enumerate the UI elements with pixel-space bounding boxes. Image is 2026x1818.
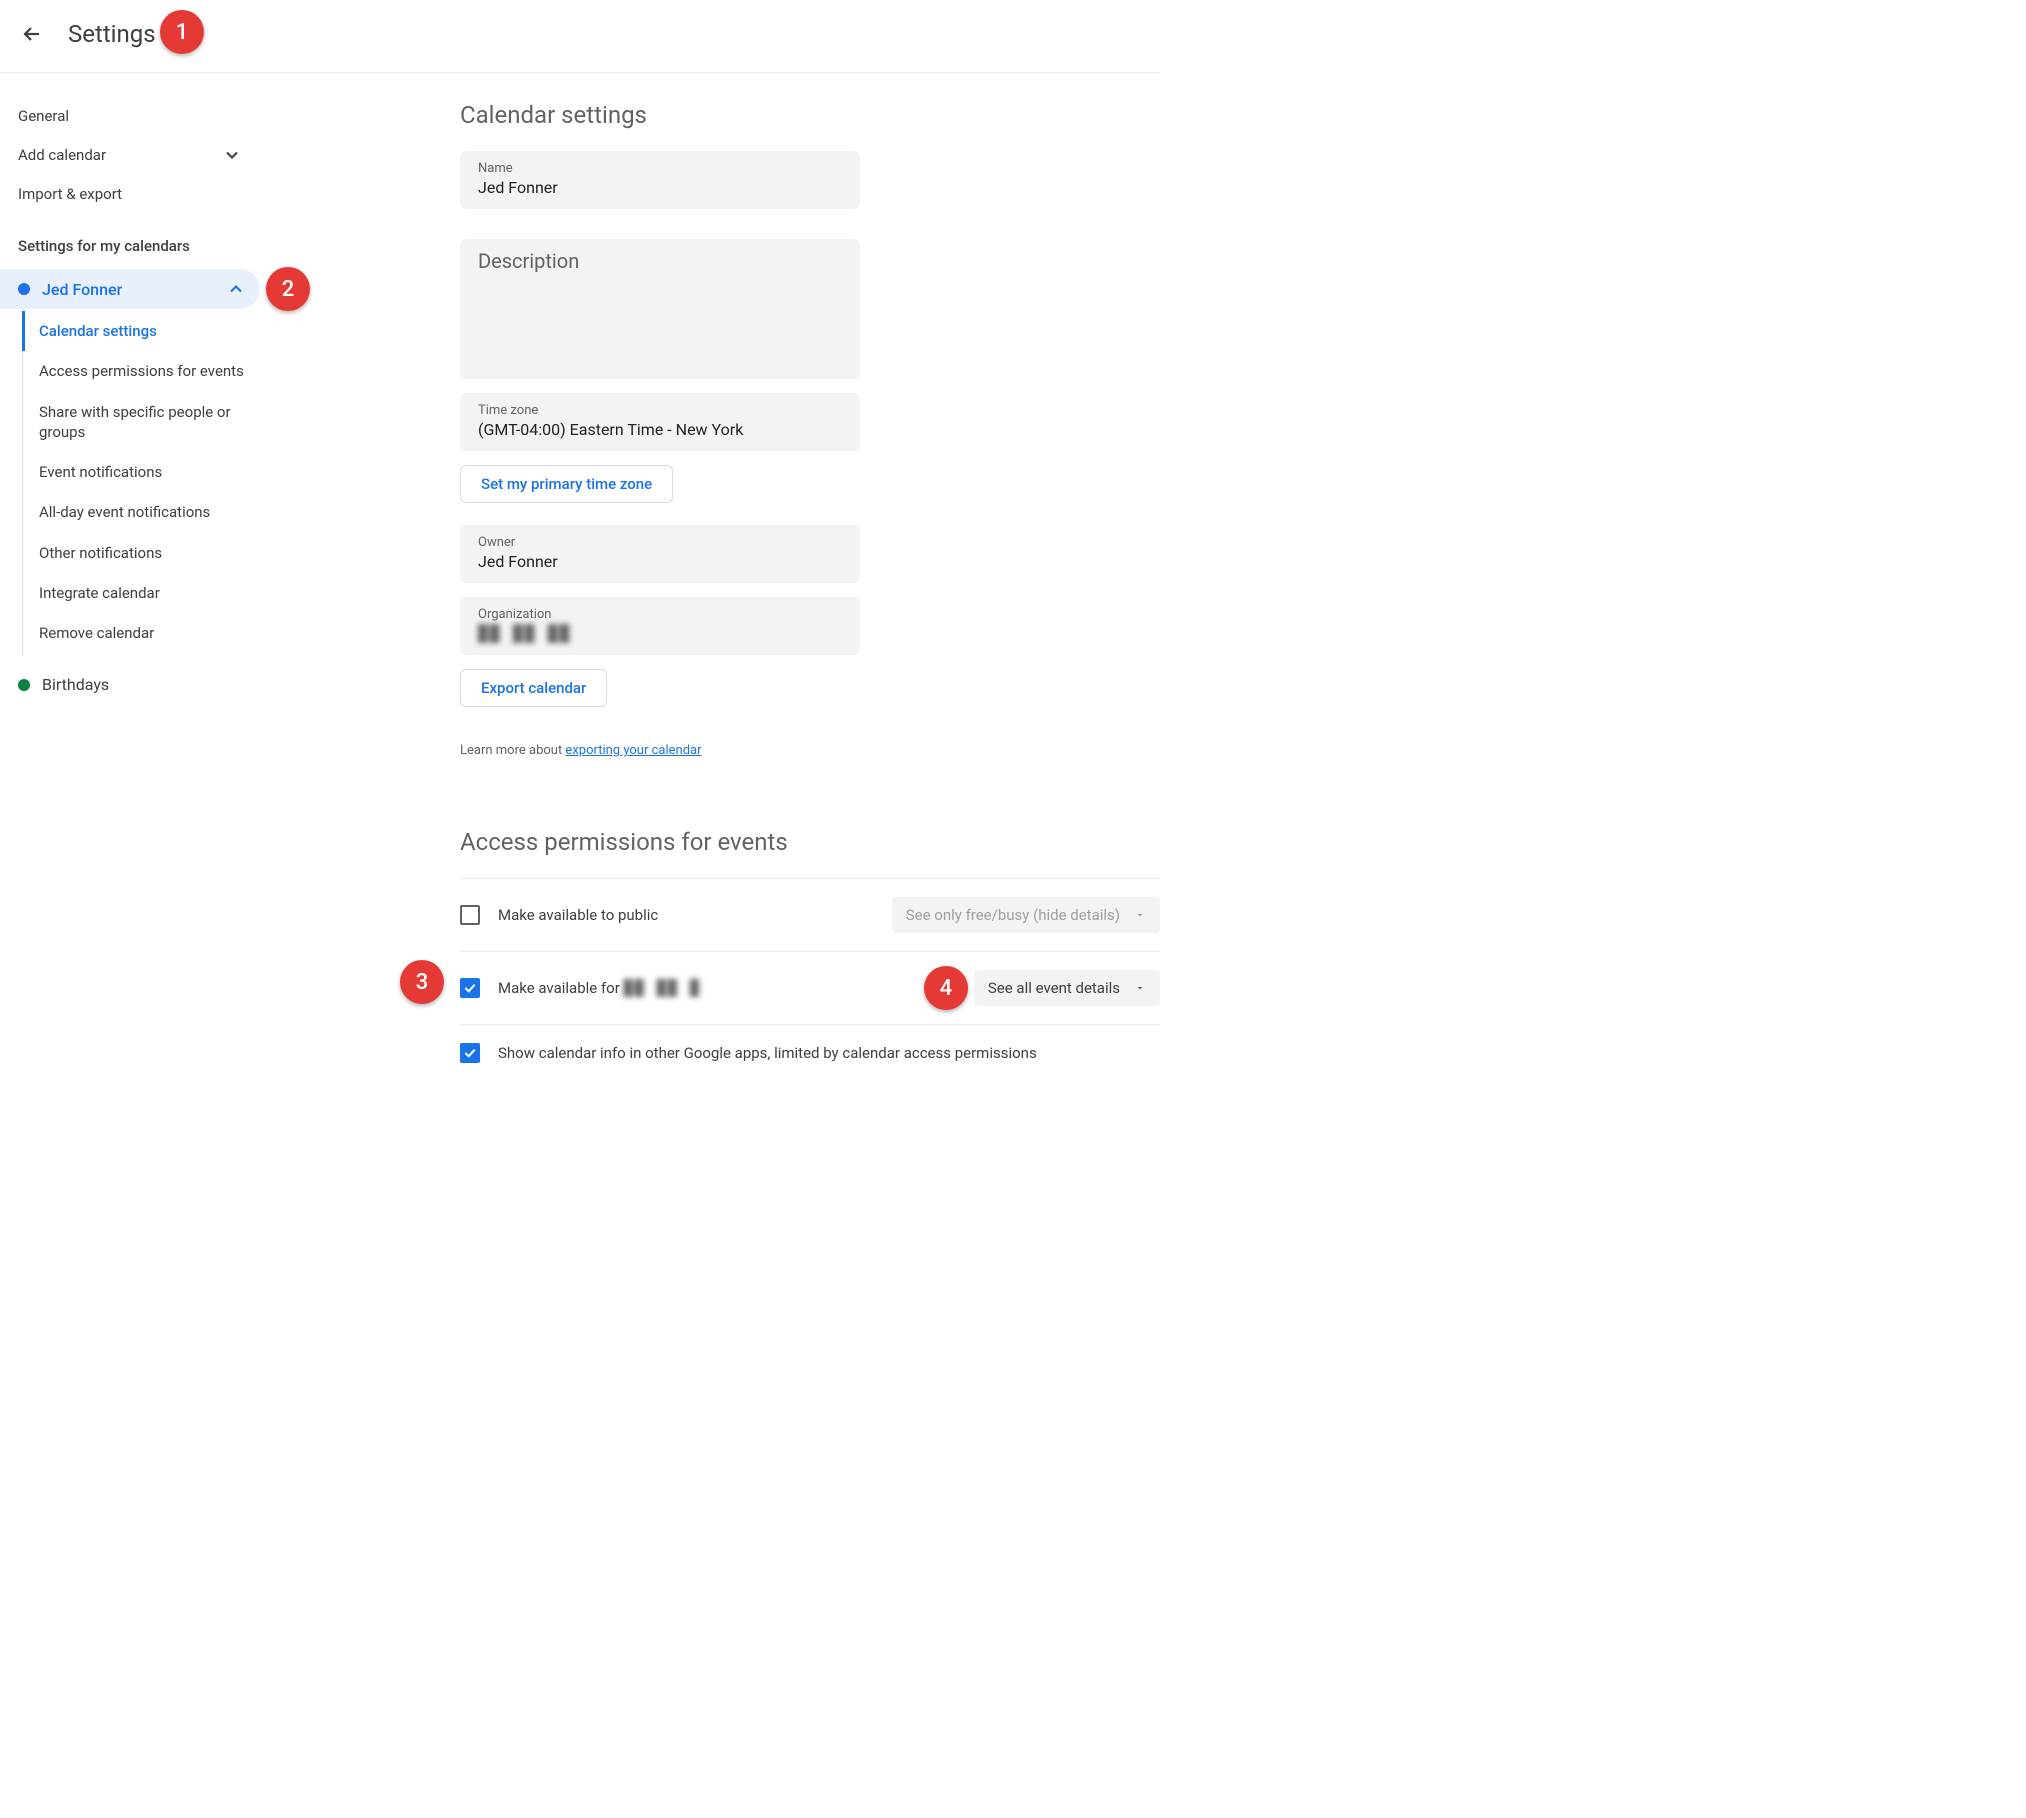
chevron-up-icon: [226, 279, 246, 299]
field-label: Description: [478, 249, 842, 273]
field-value: Jed Fonner: [478, 178, 842, 197]
field-organization: Organization ██ ██ ██: [460, 597, 860, 655]
field-description[interactable]: Description: [460, 239, 860, 379]
dropdown-public-visibility: See only free/busy (hide details): [892, 897, 1160, 933]
dropdown-org-visibility[interactable]: See all event details: [974, 970, 1160, 1006]
field-label: Name: [478, 161, 842, 176]
field-value: Jed Fonner: [478, 552, 842, 571]
export-helper-text: Learn more about exporting your calendar: [460, 743, 1160, 758]
sidebar-sub-calendar-settings[interactable]: Calendar settings: [22, 311, 260, 351]
checkbox-public[interactable]: [460, 905, 480, 925]
dropdown-label: See all event details: [988, 979, 1120, 997]
sidebar-sub-access-permissions[interactable]: Access permissions for events: [23, 351, 260, 391]
nav-label: General: [18, 107, 69, 125]
field-label: Owner: [478, 535, 842, 550]
field-label: Time zone: [478, 403, 842, 418]
field-value: (GMT-04:00) Eastern Time - New York: [478, 420, 842, 439]
section-heading-calendar-settings: Calendar settings: [460, 101, 1160, 129]
sidebar-sub-all-day-notifications[interactable]: All-day event notifications: [23, 492, 260, 532]
nav-label: Add calendar: [18, 146, 106, 164]
checkbox-other-apps[interactable]: [460, 1043, 480, 1063]
perm-label-public: Make available to public: [498, 906, 658, 924]
set-primary-timezone-button[interactable]: Set my primary time zone: [460, 465, 673, 503]
section-heading-access-permissions: Access permissions for events: [460, 828, 1160, 856]
calendar-name: Birthdays: [42, 675, 109, 694]
sidebar-sub-event-notifications[interactable]: Event notifications: [23, 452, 260, 492]
org-name-redacted: ██ ██ █: [624, 979, 701, 997]
sidebar-sub-integrate-calendar[interactable]: Integrate calendar: [23, 573, 260, 613]
field-value-redacted: ██ ██ ██: [478, 624, 571, 643]
sidebar-sub-other-notifications[interactable]: Other notifications: [23, 533, 260, 573]
sidebar-calendar-birthdays[interactable]: Birthdays: [0, 665, 260, 704]
perm-label-other-apps: Show calendar info in other Google apps,…: [498, 1044, 1037, 1062]
page-title: Settings: [68, 20, 156, 48]
annotation-badge-2: 2: [266, 267, 310, 311]
field-owner: Owner Jed Fonner: [460, 525, 860, 583]
nav-label: Import & export: [18, 185, 122, 203]
annotation-badge-1: 1: [160, 10, 204, 54]
sidebar-calendar-primary[interactable]: Jed Fonner: [0, 269, 260, 309]
calendar-color-dot: [18, 283, 30, 295]
perm-label-org: Make available for ██ ██ █: [498, 979, 701, 997]
exporting-calendar-link[interactable]: exporting your calendar: [565, 743, 701, 758]
sidebar-item-import-export[interactable]: Import & export: [0, 175, 260, 213]
field-timezone[interactable]: Time zone (GMT-04:00) Eastern Time - New…: [460, 393, 860, 451]
sidebar-item-general[interactable]: General: [0, 97, 260, 135]
calendar-name: Jed Fonner: [42, 280, 122, 299]
field-name[interactable]: Name Jed Fonner: [460, 151, 860, 209]
calendar-color-dot: [18, 679, 30, 691]
sidebar-item-add-calendar[interactable]: Add calendar: [0, 135, 260, 175]
chevron-down-icon: [1130, 978, 1150, 998]
back-arrow-icon[interactable]: [20, 22, 44, 46]
field-label: Organization: [478, 607, 842, 622]
checkbox-org[interactable]: [460, 978, 480, 998]
sidebar-sub-share-specific[interactable]: Share with specific people or groups: [23, 392, 260, 453]
annotation-badge-4: 4: [924, 966, 968, 1010]
sidebar-sub-remove-calendar[interactable]: Remove calendar: [23, 613, 260, 653]
dropdown-label: See only free/busy (hide details): [906, 906, 1120, 924]
chevron-down-icon: [1130, 905, 1150, 925]
export-calendar-button[interactable]: Export calendar: [460, 669, 607, 707]
chevron-down-icon: [222, 145, 242, 165]
sidebar-section-label: Settings for my calendars: [0, 213, 260, 269]
annotation-badge-3: 3: [400, 960, 444, 1004]
